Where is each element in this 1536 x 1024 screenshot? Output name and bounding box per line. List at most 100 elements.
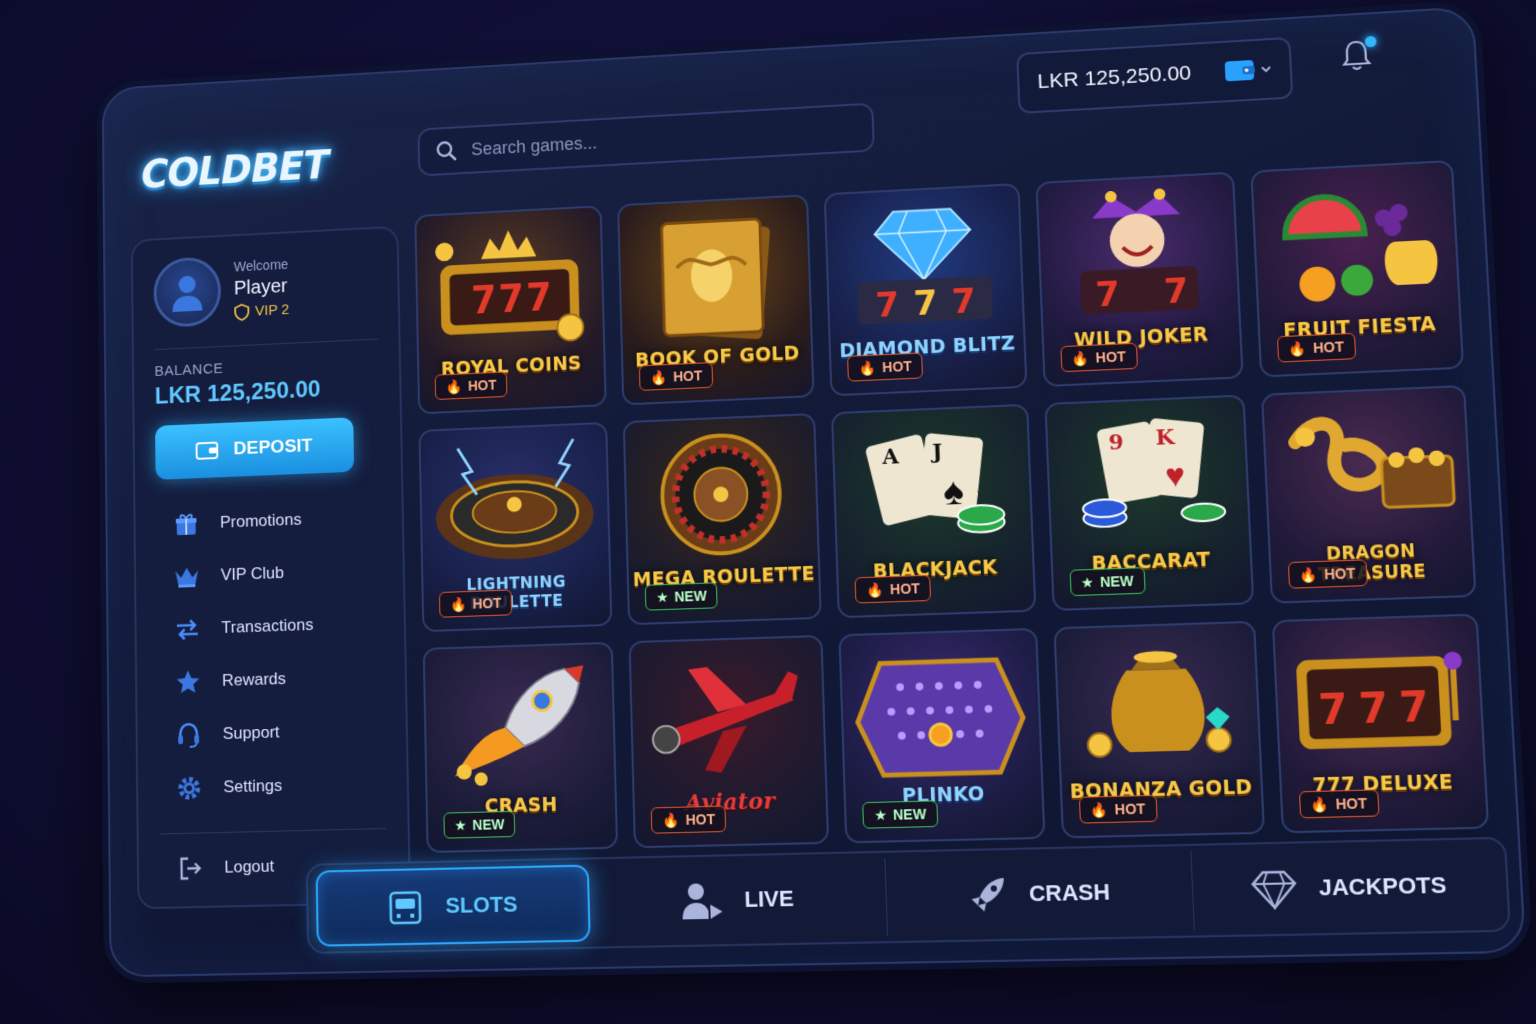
vip-level: VIP 2 bbox=[254, 301, 290, 320]
new-badge: ★ NEW bbox=[644, 582, 719, 611]
tab-live[interactable]: LIVE bbox=[588, 857, 889, 942]
hot-badge: 🔥 HOT bbox=[1059, 342, 1138, 373]
wallet-button[interactable] bbox=[1223, 56, 1271, 84]
svg-text:9: 9 bbox=[1108, 429, 1124, 455]
game-card-wild-joker[interactable]: 77 WILD JOKER 🔥 HOT bbox=[1035, 171, 1244, 388]
notifications-button[interactable] bbox=[1337, 35, 1380, 78]
sidebar-item-settings[interactable]: Settings bbox=[159, 756, 386, 815]
badge-label: HOT bbox=[1323, 564, 1356, 583]
game-card-lightning-roulette[interactable]: LIGHTNING ROULETTE 🔥 HOT bbox=[418, 421, 613, 633]
sidebar: Welcome Player VIP 2 BALANCE LKR 125,250… bbox=[130, 225, 412, 910]
hot-badge: 🔥 HOT bbox=[650, 805, 727, 834]
hot-badge: 🔥 HOT bbox=[854, 574, 932, 604]
coldbet-logo[interactable]: COLDBET bbox=[141, 143, 329, 197]
badge-label: HOT bbox=[685, 810, 716, 828]
flame-icon: 🔥 bbox=[445, 377, 463, 395]
hot-badge: 🔥 HOT bbox=[1078, 794, 1158, 824]
header-balance: LKR 125,250.00 bbox=[1016, 36, 1294, 114]
search-icon bbox=[435, 139, 458, 163]
sidebar-item-promotions[interactable]: Promotions bbox=[156, 490, 381, 551]
airplane-art bbox=[631, 665, 799, 774]
game-card-777-deluxe[interactable]: 777 777 DELUXE 🔥 HOT bbox=[1271, 613, 1490, 834]
user-icon bbox=[172, 275, 203, 312]
badge-label: HOT bbox=[1114, 800, 1146, 818]
game-card-dragon-treasure[interactable]: DRAGON TREASURE 🔥 HOT bbox=[1260, 384, 1477, 604]
slot-machine-art: 777 bbox=[435, 228, 603, 358]
svg-text:7: 7 bbox=[1163, 271, 1189, 312]
svg-text:J: J bbox=[930, 439, 943, 465]
svg-text:♥: ♥ bbox=[1164, 456, 1186, 493]
game-card-book-of-gold[interactable]: BOOK OF GOLD 🔥 HOT bbox=[617, 194, 815, 406]
flame-icon: 🔥 bbox=[1299, 565, 1319, 583]
avatar[interactable] bbox=[153, 256, 222, 329]
star-icon bbox=[175, 668, 202, 696]
sidebar-item-support[interactable]: Support bbox=[158, 703, 385, 763]
hot-badge: 🔥 HOT bbox=[434, 371, 508, 401]
rocket-art bbox=[454, 650, 615, 786]
sidebar-item-vip-club[interactable]: VIP Club bbox=[156, 543, 382, 604]
game-card-crash[interactable]: CRASH ★ NEW bbox=[422, 641, 619, 854]
search-input[interactable] bbox=[470, 118, 841, 160]
flame-icon: 🔥 bbox=[866, 580, 885, 598]
hot-badge: 🔥 HOT bbox=[1276, 332, 1357, 363]
diamond-icon bbox=[1250, 868, 1298, 911]
live-dealer-icon bbox=[682, 883, 723, 920]
badge-label: HOT bbox=[1312, 338, 1345, 356]
svg-text:♠: ♠ bbox=[943, 471, 965, 514]
svg-text:7: 7 bbox=[498, 277, 525, 321]
sidebar-item-label: Promotions bbox=[219, 509, 302, 532]
svg-text:7: 7 bbox=[951, 281, 977, 322]
new-badge: ★ NEW bbox=[443, 810, 516, 839]
dragon-art bbox=[1263, 393, 1471, 544]
welcome-label: Welcome bbox=[233, 255, 289, 274]
tab-jackpots[interactable]: JACKPOTS bbox=[1191, 844, 1508, 930]
game-card-baccarat[interactable]: 9 K ♥ BACCARAT ★ NEW bbox=[1043, 394, 1255, 612]
flame-icon: 🔥 bbox=[449, 595, 467, 612]
hot-badge: 🔥 HOT bbox=[1298, 789, 1380, 819]
search-bar[interactable] bbox=[417, 102, 875, 177]
flame-icon: 🔥 bbox=[1089, 800, 1109, 818]
tab-label: LIVE bbox=[744, 885, 795, 913]
svg-text:7: 7 bbox=[471, 278, 497, 322]
tab-slots[interactable]: SLOTS bbox=[315, 864, 591, 947]
star-icon: ★ bbox=[873, 806, 888, 823]
game-card-plinko[interactable]: PLINKO ★ NEW bbox=[838, 627, 1046, 844]
game-card-mega-roulette[interactable]: MEGA ROULETTE ★ NEW bbox=[622, 412, 823, 626]
deposit-button[interactable]: DEPOSIT bbox=[155, 417, 355, 480]
game-card-diamond-blitz[interactable]: 777 DIAMOND BLITZ 🔥 HOT bbox=[824, 182, 1028, 397]
stage: COLDBET LKR 125,250.00 bbox=[0, 0, 1536, 1024]
star-icon: ★ bbox=[655, 588, 669, 605]
category-tabs: SLOTS LIVE CRASH JACKPOTS bbox=[305, 836, 1512, 954]
sidebar-item-rewards[interactable]: Rewards bbox=[158, 649, 385, 709]
new-badge: ★ NEW bbox=[1069, 567, 1146, 597]
book-art bbox=[619, 202, 771, 348]
new-badge: ★ NEW bbox=[862, 800, 938, 829]
game-card-fruit-fiesta[interactable]: FRUIT FIESTA 🔥 HOT bbox=[1250, 159, 1465, 378]
svg-text:7: 7 bbox=[1357, 685, 1389, 734]
tab-label: JACKPOTS bbox=[1318, 871, 1448, 901]
badge-label: HOT bbox=[472, 594, 502, 612]
hot-badge: 🔥 HOT bbox=[1287, 559, 1368, 589]
sidebar-item-label: Logout bbox=[224, 856, 275, 877]
badge-label: NEW bbox=[1099, 572, 1134, 591]
badge-label: HOT bbox=[467, 376, 497, 394]
flame-icon: 🔥 bbox=[661, 811, 680, 828]
game-card-blackjack[interactable]: A J ♠ BLACKJACK 🔥 HOT bbox=[831, 403, 1036, 619]
sidebar-item-label: Rewards bbox=[221, 669, 287, 690]
diamond-art: 777 bbox=[857, 191, 994, 326]
notification-dot bbox=[1364, 35, 1377, 48]
player-name: Player bbox=[233, 275, 288, 299]
sidebar-item-transactions[interactable]: Transactions bbox=[157, 596, 383, 657]
tab-label: CRASH bbox=[1028, 878, 1111, 907]
badge-label: NEW bbox=[892, 805, 927, 823]
tab-crash[interactable]: CRASH bbox=[885, 851, 1195, 937]
svg-text:7: 7 bbox=[1398, 683, 1430, 732]
star-icon: ★ bbox=[454, 816, 467, 833]
shield-icon bbox=[234, 303, 249, 321]
game-card-royal-coins[interactable]: 777 ROYAL COINS 🔥 HOT bbox=[414, 205, 607, 415]
playing-cards-art: 9 K ♥ bbox=[1046, 418, 1249, 552]
header-balance-amount: LKR 125,250.00 bbox=[1036, 61, 1192, 94]
game-card-bonanza-gold[interactable]: BONANZA GOLD 🔥 HOT bbox=[1053, 620, 1265, 839]
balance-value: LKR 125,250.00 bbox=[154, 376, 321, 410]
game-card-aviator[interactable]: Aviator 🔥 HOT bbox=[628, 634, 830, 849]
